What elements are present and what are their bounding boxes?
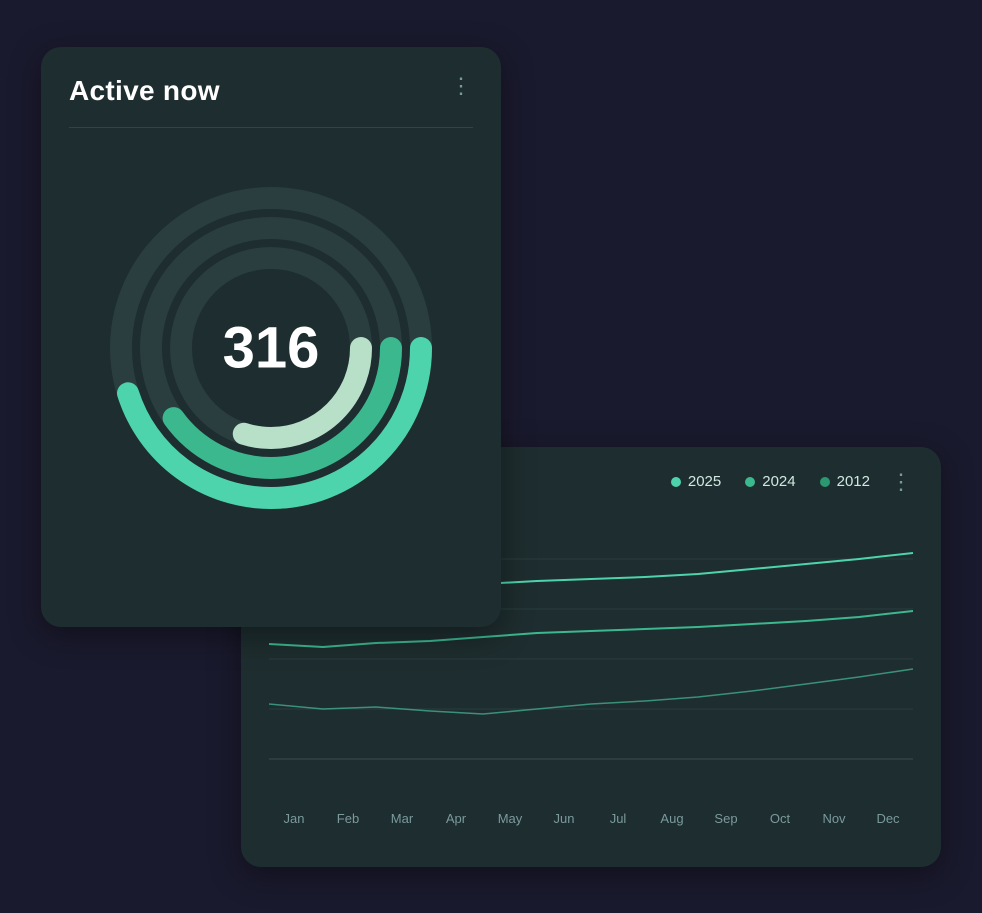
x-axis: Jan Feb Mar Apr May Jun Jul Aug Sep Oct … <box>269 803 913 826</box>
more-options-icon[interactable]: ⋮ <box>450 75 473 97</box>
x-label-jun: Jun <box>549 811 579 826</box>
x-label-aug: Aug <box>657 811 687 826</box>
legend-label-2024: 2024 <box>762 473 795 490</box>
legend-item-2012: 2012 <box>820 473 870 490</box>
x-label-feb: Feb <box>333 811 363 826</box>
active-now-card: Active now ⋮ 316 <box>41 47 501 627</box>
x-label-jul: Jul <box>603 811 633 826</box>
x-label-may: May <box>495 811 525 826</box>
x-label-oct: Oct <box>765 811 795 826</box>
card-header: Active now ⋮ <box>69 75 473 107</box>
chart-more-options-icon[interactable]: ⋮ <box>890 471 913 493</box>
donut-container: 316 <box>69 158 473 538</box>
legend-item-2024: 2024 <box>745 473 795 490</box>
legend-dot-2024 <box>745 477 755 487</box>
legend-label-2012: 2012 <box>837 473 870 490</box>
donut-center-value: 316 <box>223 314 320 381</box>
legend-dot-2012 <box>820 477 830 487</box>
legend-dot-2025 <box>671 477 681 487</box>
x-label-sep: Sep <box>711 811 741 826</box>
x-label-mar: Mar <box>387 811 417 826</box>
x-label-nov: Nov <box>819 811 849 826</box>
x-label-dec: Dec <box>873 811 903 826</box>
active-now-title: Active now <box>69 75 220 107</box>
legend-item-2025: 2025 <box>671 473 721 490</box>
scene: Active now ⋮ 316 <box>41 47 941 867</box>
legend-label-2025: 2025 <box>688 473 721 490</box>
x-label-jan: Jan <box>279 811 309 826</box>
x-label-apr: Apr <box>441 811 471 826</box>
divider <box>69 127 473 128</box>
